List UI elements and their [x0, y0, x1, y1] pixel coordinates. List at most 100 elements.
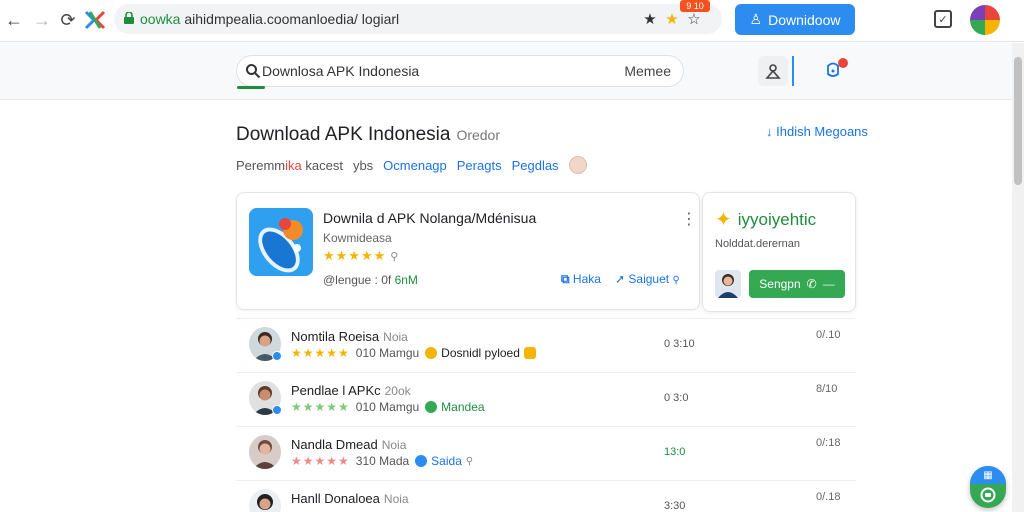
- more-menu-icon[interactable]: ⋮: [681, 209, 697, 229]
- share-arrow-icon: ➚: [615, 272, 626, 286]
- filter-label-red: ika: [285, 157, 302, 173]
- reviewer-name-text: Nandla Dmead: [291, 437, 378, 452]
- review-score: 0 3:10: [664, 338, 695, 350]
- fab-badge-icon: ▦: [970, 466, 1006, 484]
- filter-item[interactable]: ybs: [353, 158, 373, 173]
- location-pin-icon: ⚲: [390, 251, 400, 263]
- account-button[interactable]: [758, 56, 788, 86]
- app-illustration-icon: [249, 208, 313, 276]
- user-icon: ♙: [749, 11, 763, 27]
- download-button-label: Downidoow: [768, 11, 841, 28]
- review-row[interactable]: Hanll Donaloea Noia 3:30 0/.18: [236, 481, 856, 512]
- profile-avatar[interactable]: [970, 5, 1000, 35]
- reviewer-name: Nandla Dmead Noia: [291, 437, 406, 452]
- address-bar[interactable]: oowka aihidmpealia.coomanloedia/ logiarl…: [114, 4, 722, 34]
- reviewer-avatar: [249, 489, 281, 512]
- title-link-label: Ihdish Megoans: [776, 124, 868, 139]
- review-time: 0/.18: [816, 491, 841, 503]
- smiley-icon: [523, 347, 536, 359]
- filter-label-post: kacest: [301, 157, 343, 173]
- reviewer-name-text: Hanll Donaloea: [291, 491, 380, 506]
- review-tag-label: Mandea: [441, 400, 485, 414]
- filter-bar: Peremmika kacest ybs Ocmenagp Peragts Pe…: [236, 156, 587, 174]
- reload-icon[interactable]: ⟳: [57, 9, 79, 31]
- promo-title-text: iyyoiyehtic: [737, 209, 817, 229]
- promo-subtitle: Nolddat.derernan: [715, 238, 801, 250]
- app-icon: [249, 208, 313, 276]
- verified-badge-icon: [272, 405, 282, 415]
- scroll-thumb[interactable]: [1014, 57, 1022, 185]
- site-logo-icon: [84, 10, 106, 30]
- chat-fab-button[interactable]: ▦: [970, 466, 1006, 508]
- translate-icon[interactable]: ★: [640, 9, 660, 29]
- filter-chip-3[interactable]: Pegdlas: [512, 158, 559, 173]
- page-scrollbar[interactable]: [1012, 43, 1024, 512]
- page-title-text: Download APK Indonesia: [236, 124, 451, 145]
- review-meta: 010 Mamgu: [355, 400, 420, 414]
- reviewer-name-muted: Noia: [381, 438, 407, 452]
- review-tag: Saida ⚲: [415, 454, 473, 468]
- search-active-indicator: [237, 86, 265, 89]
- card-action-2-label: Saiguet: [628, 272, 670, 286]
- extension-icon[interactable]: ✓: [934, 10, 952, 28]
- filter-label-pre: Peremm: [236, 157, 286, 173]
- review-row[interactable]: Nomtila Roeisa Noia ★★★★★ 010 Mamgu Dosni…: [236, 319, 856, 373]
- review-stars: ★★★★★: [291, 454, 350, 468]
- review-row[interactable]: Pendlae l APKc 20ok ★★★★★ 010 Mamgu Mande…: [236, 373, 856, 427]
- review-meta: 310 Mada: [355, 454, 410, 468]
- filter-chip-1[interactable]: Ocmenagp: [383, 158, 447, 173]
- lock-icon: [124, 12, 134, 24]
- reviewer-name-text: Nomtila Roeisa: [291, 329, 380, 344]
- pin-icon: ⚲: [465, 455, 474, 467]
- review-score: 0 3:0: [664, 392, 689, 404]
- separator-icon: —: [822, 277, 835, 291]
- app-card[interactable]: Downila d APK Nolanga/Mdénisua Kowmideas…: [236, 192, 700, 310]
- app-name: Downila d APK Nolanga/Mdénisua: [323, 210, 537, 226]
- promo-signup-button[interactable]: Sengpn ✆ —: [749, 270, 845, 298]
- page-title-sub: Oredor: [456, 127, 501, 143]
- pin-icon: ⚲: [672, 275, 680, 286]
- reviewer-name: Hanll Donaloea Noia: [291, 491, 409, 506]
- search-input[interactable]: Downlosa APK Indonesia Memee: [236, 55, 684, 87]
- filter-label: Peremmika kacest: [236, 158, 343, 173]
- review-stars: ★★★★★: [291, 346, 350, 360]
- forward-icon[interactable]: →: [31, 9, 53, 31]
- reviewer-name-text: Pendlae l APKc: [291, 383, 381, 398]
- reviewer-name: Pendlae l APKc 20ok: [291, 383, 411, 398]
- app-developer: Kowmideasa: [323, 231, 392, 245]
- promo-avatar: [715, 270, 741, 298]
- back-icon[interactable]: ←: [3, 9, 25, 31]
- header-divider: [792, 56, 794, 86]
- search-right-label: Memee: [624, 63, 671, 79]
- app-meta-size: 6nM: [394, 273, 418, 287]
- review-tag: Dosnidl pyloed: [425, 346, 536, 360]
- search-icon: [246, 64, 261, 79]
- download-button[interactable]: ♙ Downidoow: [735, 4, 855, 35]
- star-icon[interactable]: ★: [662, 9, 682, 29]
- review-row[interactable]: Nandla Dmead Noia ★★★★★ 310 Mada Saida ⚲ …: [236, 427, 856, 481]
- card-action-2[interactable]: ➚ Saiguet ⚲: [615, 272, 680, 286]
- promo-title: ✦ iyyoiyehtic: [715, 207, 816, 232]
- download-arrow-icon: ↓: [766, 124, 773, 139]
- filter-chip-2[interactable]: Peragts: [457, 158, 502, 173]
- review-details: ★★★★★ 310 Mada Saida ⚲: [291, 454, 473, 468]
- chart-icon: ⧉: [561, 272, 570, 286]
- review-tag: Mandea: [425, 400, 485, 414]
- review-score: 13:0: [664, 446, 686, 458]
- filter-avatar[interactable]: [568, 156, 587, 174]
- review-score: 3:30: [664, 500, 686, 512]
- check-circle-icon: [425, 401, 438, 413]
- card-action-1[interactable]: ⧉ Haka: [561, 272, 601, 287]
- card-action-1-label: Haka: [572, 272, 601, 286]
- app-rating-stars: ★★★★★: [323, 248, 387, 263]
- chat-icon: [980, 487, 996, 503]
- title-link[interactable]: ↓ Ihdish Megoans: [766, 124, 868, 139]
- reviewer-name-muted: Noia: [383, 492, 409, 506]
- app-meta-text: @lengue : 0f: [323, 273, 395, 287]
- notification-dot: [838, 58, 848, 68]
- app-meta: @lengue : 0f 6nM: [323, 273, 418, 287]
- bookmark-star-icon[interactable]: ☆: [684, 9, 704, 29]
- url-rest: aihidmpealia.coomanloedia/ logiarl: [180, 11, 400, 27]
- person-photo-icon: [715, 270, 741, 298]
- review-list: Nomtila Roeisa Noia ★★★★★ 010 Mamgu Dosni…: [236, 318, 856, 512]
